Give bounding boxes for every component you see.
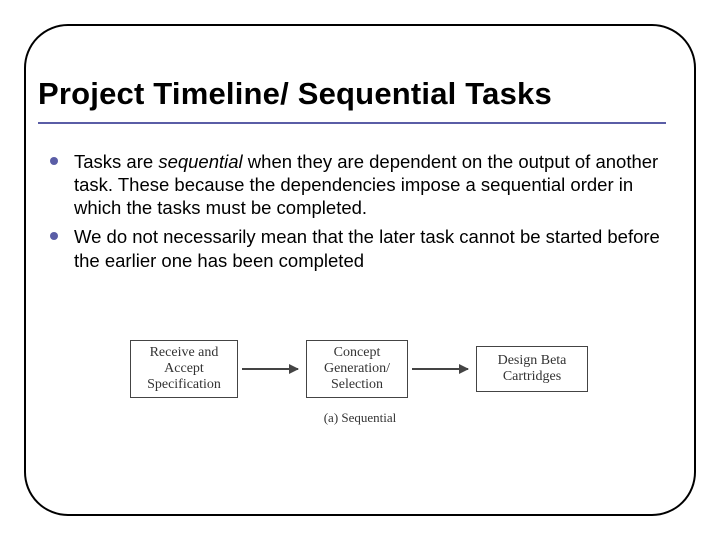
- title-underline: [38, 122, 666, 124]
- body-text: Tasks are sequential when they are depen…: [46, 150, 666, 278]
- bullet-1-em: sequential: [158, 151, 242, 172]
- bullet-2-pre: We do not necessarily mean that the late…: [74, 226, 660, 270]
- diagram-box-2-text: Concept Generation/ Selection: [324, 345, 390, 393]
- arrow-2: [412, 368, 468, 370]
- bullet-1: Tasks are sequential when they are depen…: [46, 150, 666, 219]
- bullet-2: We do not necessarily mean that the late…: [46, 225, 666, 271]
- diagram-caption: (a) Sequential: [310, 410, 410, 426]
- diagram-box-2: Concept Generation/ Selection: [306, 340, 408, 398]
- diagram-box-1: Receive and Accept Specification: [130, 340, 238, 398]
- slide-title: Project Timeline/ Sequential Tasks: [38, 78, 682, 111]
- sequential-diagram: Receive and Accept Specification Concept…: [130, 340, 600, 460]
- arrow-1: [242, 368, 298, 370]
- diagram-box-3: Design Beta Cartridges: [476, 346, 588, 392]
- diagram-box-1-text: Receive and Accept Specification: [147, 345, 221, 393]
- bullet-1-pre: Tasks are: [74, 151, 158, 172]
- slide: Project Timeline/ Sequential Tasks Tasks…: [0, 0, 720, 540]
- diagram-box-3-text: Design Beta Cartridges: [498, 353, 567, 385]
